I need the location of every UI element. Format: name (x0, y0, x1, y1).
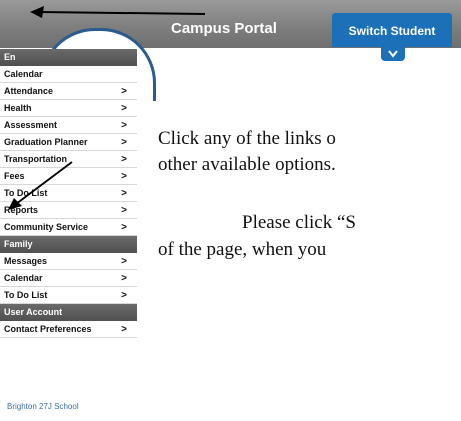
instruction-line-2: other available options. (158, 154, 336, 175)
sidebar-item-label: Calendar (4, 69, 43, 79)
sidebar-item-attendance[interactable]: Attendance > (0, 83, 137, 100)
chevron-right-icon: > (121, 120, 127, 131)
chevron-right-icon: > (121, 205, 127, 216)
chevron-right-icon: > (121, 256, 127, 267)
instruction-line-1: Click any of the links o (158, 128, 336, 149)
sidebar-item-label: Contact Preferences (4, 324, 92, 334)
sidebar-item-family-calendar[interactable]: Calendar > (0, 270, 137, 287)
chevron-right-icon: > (121, 290, 127, 301)
sidebar-item-label: To Do List (4, 290, 48, 300)
school-footer-link[interactable]: Brighton 27J School (7, 402, 79, 411)
sidebar-item-label: Graduation Planner (4, 137, 88, 147)
chevron-right-icon: > (121, 86, 127, 97)
chevron-right-icon: > (121, 273, 127, 284)
instruction-line-3: Please click “S (242, 212, 356, 233)
chevron-right-icon: > (121, 171, 127, 182)
sidebar-item-graduation-planner[interactable]: Graduation Planner > (0, 134, 137, 151)
sidebar-item-label: Attendance (4, 86, 54, 96)
sidebar-item-messages[interactable]: Messages > (0, 253, 137, 270)
chevron-right-icon: > (121, 137, 127, 148)
sidebar-item-label: Calendar (4, 273, 43, 283)
sidebar-item-health[interactable]: Health > (0, 100, 137, 117)
sidebar-item-calendar-top[interactable]: Calendar (0, 66, 137, 83)
sidebar-item-contact-preferences[interactable]: Contact Preferences > (0, 321, 137, 338)
section-header-user-account: User Account (0, 304, 137, 321)
portal-title: Campus Portal (171, 20, 277, 37)
section-header-student: En (0, 49, 137, 66)
sidebar-item-label: Health (4, 103, 32, 113)
chevron-right-icon: > (121, 103, 127, 114)
instruction-line-4: of the page, when you (158, 239, 327, 260)
sidebar-item-label: Messages (4, 256, 48, 266)
chevron-right-icon: > (121, 188, 127, 199)
chevron-right-icon: > (121, 222, 127, 233)
switch-student-dropdown[interactable] (381, 47, 405, 61)
chevron-right-icon: > (121, 154, 127, 165)
arrow-down-left-icon (8, 161, 73, 210)
switch-student-button[interactable]: Switch Student (332, 13, 452, 47)
chevron-down-icon (388, 50, 398, 58)
sidebar-item-label: Assessment (4, 120, 58, 130)
arrow-left-icon (30, 6, 205, 18)
sidebar-item-family-todo[interactable]: To Do List > (0, 287, 137, 304)
chevron-right-icon: > (121, 324, 127, 335)
sidebar-item-assessment[interactable]: Assessment > (0, 117, 137, 134)
